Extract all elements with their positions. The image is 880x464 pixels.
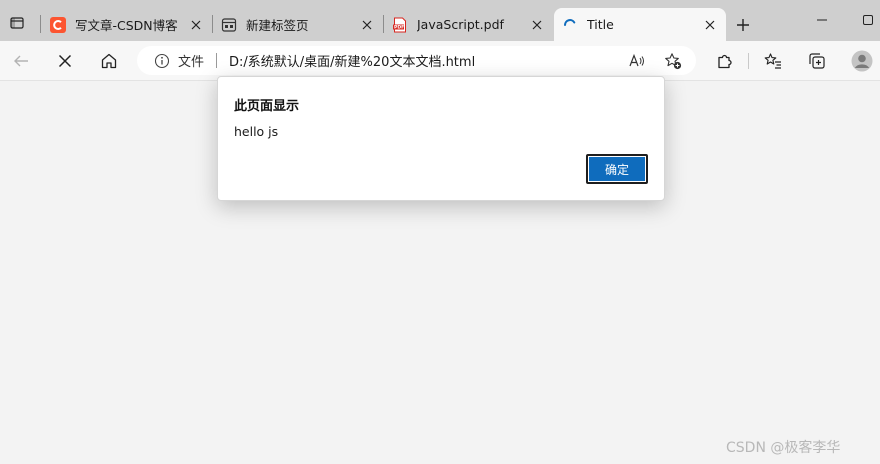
tab-strip: 写文章-CSDN博客 新建标签页 PDF JavaScript.pdf Titl… — [0, 0, 880, 41]
maximize-icon — [863, 15, 873, 25]
new-tab-page-icon — [221, 17, 237, 33]
pdf-icon: PDF — [392, 17, 408, 33]
tab-title: 新建标签页 — [246, 18, 309, 33]
minimize-button[interactable] — [808, 6, 836, 34]
profile-button[interactable] — [847, 46, 877, 76]
tab-title-active[interactable]: Title — [554, 8, 726, 41]
home-button[interactable] — [94, 46, 124, 76]
home-icon — [101, 53, 117, 69]
read-aloud-icon[interactable] — [628, 52, 646, 70]
puzzle-icon — [718, 54, 732, 69]
back-button[interactable] — [6, 46, 36, 76]
url-text[interactable]: D:/系统默认/桌面/新建%20文本文档.html — [229, 51, 475, 70]
arrow-left-icon — [14, 55, 28, 67]
watermark: CSDN @极客李华 — [726, 440, 841, 456]
toolbar-separator — [748, 53, 749, 69]
plus-icon — [737, 19, 749, 31]
close-icon[interactable] — [529, 17, 545, 33]
close-icon — [58, 54, 72, 68]
info-icon[interactable] — [154, 53, 170, 69]
tab-javascript-pdf[interactable]: PDF JavaScript.pdf — [384, 8, 553, 41]
stop-loading-button[interactable] — [50, 46, 80, 76]
tab-actions-icon — [10, 17, 24, 29]
maximize-button[interactable] — [854, 6, 880, 34]
tab-title: Title — [587, 17, 614, 32]
close-icon[interactable] — [702, 17, 718, 33]
collections-icon — [809, 53, 825, 69]
tab-title: JavaScript.pdf — [417, 17, 504, 32]
tab-actions-menu-button[interactable] — [2, 8, 32, 38]
extensions-button[interactable] — [710, 46, 740, 76]
new-tab-button[interactable] — [730, 12, 756, 38]
svg-text:PDF: PDF — [394, 24, 404, 30]
tab-csdn[interactable]: 写文章-CSDN博客 — [42, 8, 212, 41]
address-bar[interactable]: 文件 D:/系统默认/桌面/新建%20文本文档.html — [137, 46, 696, 75]
collections-button[interactable] — [802, 46, 832, 76]
close-icon[interactable] — [359, 17, 375, 33]
add-favorite-icon[interactable] — [664, 52, 682, 70]
alert-dialog: 此页面显示 hello js 确定 — [217, 76, 665, 201]
tab-separator — [40, 15, 41, 33]
favorites-list-icon — [764, 53, 781, 69]
tab-new-tab[interactable]: 新建标签页 — [213, 8, 383, 41]
dialog-message: hello js — [234, 124, 279, 139]
csdn-logo-icon — [50, 16, 66, 33]
avatar — [851, 50, 873, 72]
ok-button[interactable]: 确定 — [586, 154, 648, 184]
navigation-toolbar: 文件 D:/系统默认/桌面/新建%20文本文档.html — [0, 41, 880, 81]
address-scheme-label[interactable]: 文件 — [178, 51, 204, 70]
address-divider — [216, 53, 218, 68]
dialog-heading: 此页面显示 — [234, 99, 300, 114]
loading-spinner-icon — [562, 17, 578, 33]
favorites-button[interactable] — [758, 46, 788, 76]
close-icon[interactable] — [188, 17, 204, 33]
minimize-icon — [817, 19, 827, 21]
tab-title: 写文章-CSDN博客 — [75, 18, 178, 33]
